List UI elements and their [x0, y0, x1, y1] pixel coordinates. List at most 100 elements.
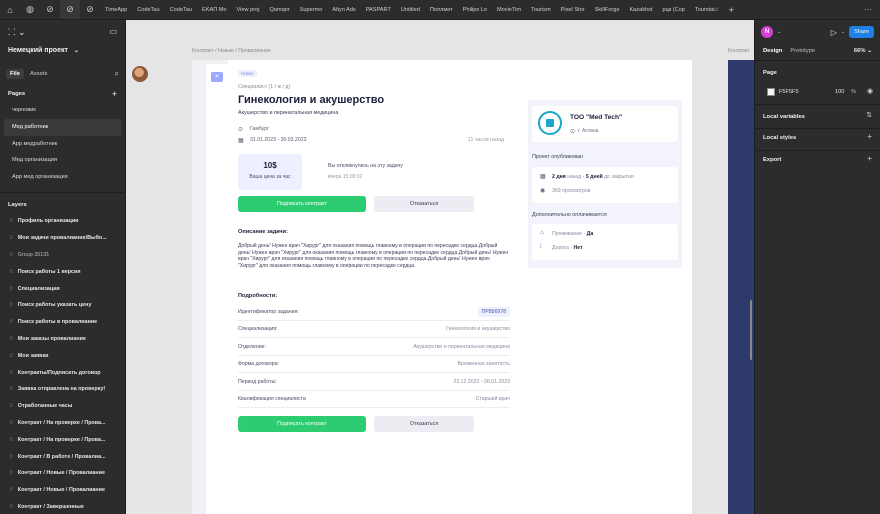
layer-item[interactable]: ⁞⁞ Поиск работы 1 версия [0, 263, 125, 280]
layer-item[interactable]: ⁞⁞ Контракт / Новые / Провалиание [0, 465, 125, 482]
page-item[interactable]: Мед работник [4, 118, 121, 136]
browser-tab[interactable]: PASPART [361, 0, 396, 19]
page-item[interactable]: Мед организация [4, 152, 121, 169]
local-variables-label[interactable]: Local variables [763, 114, 805, 120]
search-icon[interactable]: ⌕ [115, 69, 119, 79]
browser-tab[interactable]: Поллмет [425, 0, 458, 19]
city: Гамбург [250, 126, 270, 132]
layer-item[interactable]: ⁞⁞ Контракт / На проверке / Прова... [0, 431, 125, 448]
frame-icon: ⁞⁞ [10, 319, 13, 326]
company-card[interactable]: ТОО "Med Tech" ⊙ г. Астана [532, 106, 678, 142]
layer-item[interactable]: ⁞⁞ Заявка отправлена на проверку! [0, 381, 125, 398]
eye-icon[interactable]: ◉ [867, 87, 873, 95]
sign-contract-button-bottom[interactable]: Подписать контракт [238, 416, 366, 432]
chevron-down-icon[interactable]: ⌄ [777, 29, 781, 35]
new-tab-icon[interactable]: + [723, 5, 740, 15]
browser-tab[interactable]: Untitled [396, 0, 425, 19]
page-item[interactable]: App медработник [4, 136, 121, 153]
variables-icon[interactable]: ⇅ [866, 111, 872, 119]
frame-label[interactable]: Контракт / Новые / Провалиание [192, 48, 271, 54]
add-export-icon[interactable]: + [867, 154, 872, 163]
browser-tab[interactable]: EKAП Mo [197, 0, 232, 19]
tab-design[interactable]: Design [763, 48, 782, 54]
frame-icon: ⁞⁞ [10, 487, 13, 494]
layer-label: Контракт / Новые / Провалиание [17, 487, 105, 494]
frame-label-right[interactable]: Контракт [728, 48, 750, 54]
zoom-level[interactable]: 66% ⌄ [854, 48, 872, 54]
browser-tab[interactable]: Philips Lo [458, 0, 492, 19]
browser-tab[interactable]: SkillForge [590, 0, 625, 19]
page-item[interactable]: App мед организация [4, 169, 121, 186]
layer-item[interactable]: ⁞⁞ Мои заказы провалиание [0, 331, 125, 348]
local-styles-label[interactable]: Local styles [763, 135, 796, 141]
browser-tab[interactable]: Kazakhst [624, 0, 657, 19]
fill-opacity[interactable]: 100 [835, 89, 844, 95]
browser-tab[interactable]: TimeApp [100, 0, 132, 19]
layer-item[interactable]: ⁞⁞ Поиск работы в провалиание [0, 314, 125, 331]
canvas[interactable]: Контракт / Новые / Провалиание Контракт … [126, 20, 754, 514]
fill-swatch[interactable] [767, 88, 775, 96]
sign-contract-button[interactable]: Подписать контракт [238, 196, 366, 212]
browser-tab[interactable]: Tourism [526, 0, 556, 19]
layer-item[interactable]: ⁞⁞ Отработанные часы [0, 398, 125, 415]
present-icon[interactable]: ▷ [831, 28, 837, 37]
layer-item[interactable]: ⁞⁞ Контракт / Новые / Провалиание [0, 482, 125, 499]
browser-tab[interactable]: View proj [232, 0, 265, 19]
export-label[interactable]: Export [763, 157, 781, 163]
browser-tab[interactable]: Altyn Ads [327, 0, 360, 19]
decline-button-bottom[interactable]: Отказаться [374, 416, 474, 432]
browser-tab[interactable]: CodeTau [165, 0, 197, 19]
figma-file-icon-2[interactable]: ⊘ [80, 0, 100, 19]
pages-label: Pages [8, 91, 26, 97]
more-icon[interactable]: ··· [864, 5, 880, 14]
add-page-icon[interactable]: + [112, 89, 117, 99]
layer-item[interactable]: ⁞⁞ Контракт / В работе / Провалиа... [0, 448, 125, 465]
layer-item[interactable]: ⁞⁞ Контракт / На проверке / Прова... [0, 415, 125, 432]
tab-prototype[interactable]: Prototype [790, 48, 815, 54]
frame-icon: ⁞⁞ [10, 352, 13, 359]
browser-tab-bar: ⌂ ◍ ⊘ ⊘ ⊘ TimeApp CodeTau CodeTau EKAП Mo Vi… [0, 0, 880, 20]
decline-button[interactable]: Отказаться [374, 196, 474, 212]
browser-tab[interactable]: Supermo [295, 0, 328, 19]
browser-tab[interactable]: Pixel Stor [556, 0, 590, 19]
browser-tab[interactable]: Qamqor [264, 0, 294, 19]
page-item[interactable]: черновик [4, 102, 121, 119]
browser-tab[interactable]: CodeTau [132, 0, 164, 19]
frame-icon: ⁞⁞ [10, 436, 13, 443]
layer-item[interactable]: ⁞⁞ Group 35131 [0, 247, 125, 264]
company-name: ТОО "Med Tech" [570, 114, 623, 121]
layer-label: Контракты/Подписать договор [17, 369, 101, 376]
project-name[interactable]: Немецкий проект ⌄ [0, 42, 125, 58]
figma-file-icon-active[interactable]: ⊘ [60, 0, 80, 19]
specialist-line: Специалист (1 / ж / д) [238, 84, 291, 90]
layer-item[interactable]: ⁞⁞ Мои заявки [0, 347, 125, 364]
contract-frame[interactable]: Новое Специалист (1 / ж / д) Гинекология… [228, 60, 692, 514]
figma-menu-icon[interactable]: ⸬ ⌄ [8, 25, 26, 38]
avatar[interactable]: N [761, 26, 773, 38]
chevron-down-icon[interactable]: ⌄ [841, 29, 845, 35]
add-style-icon[interactable]: + [867, 132, 872, 141]
layer-item[interactable]: ⁞⁞ Контракт / Завершенные [0, 499, 125, 514]
canvas-scrollbar[interactable] [750, 300, 752, 360]
home-icon[interactable]: ⌂ [0, 0, 20, 19]
road-icon: ⁞ [540, 244, 542, 250]
tab-file[interactable]: File [6, 69, 24, 79]
layer-item[interactable]: ⁞⁞ Поиск работы указать цену [0, 297, 125, 314]
sidebar-toggle-icon[interactable]: ▭ [109, 27, 117, 36]
globe-icon[interactable]: ◍ [20, 0, 40, 19]
layer-item[interactable]: ⁞⁞ Мои задачи провалиание/Выбо... [0, 230, 125, 247]
tab-assets[interactable]: Assets [30, 71, 47, 77]
figma-file-icon[interactable]: ⊘ [40, 0, 60, 19]
share-button[interactable]: Share [849, 26, 874, 38]
browser-tab[interactable]: Tourstat.i [690, 0, 723, 19]
layer-item[interactable]: ⁞⁞ Контракты/Подписать договор [0, 364, 125, 381]
layer-item[interactable]: ⁞⁞ Профиль организации [0, 213, 125, 230]
description-header: Описание задачи: [238, 229, 288, 235]
frame-icon: ⁞⁞ [10, 453, 13, 460]
layer-label: Контракт / На проверке / Прова... [17, 436, 106, 443]
browser-tab[interactable]: MovieTim [492, 0, 526, 19]
detail-value: Временная занятость [457, 361, 510, 368]
layer-item[interactable]: ⁞⁞ Специализация [0, 280, 125, 297]
fill-hex[interactable]: F5F5F5 [779, 89, 799, 95]
browser-tab[interactable]: рцк (Cop [657, 0, 689, 19]
